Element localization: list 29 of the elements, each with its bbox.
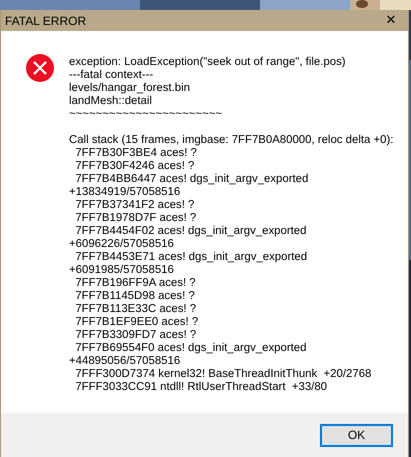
message-line: 7FF7B37341F2 aces! ? <box>74 199 196 212</box>
message-line: 7FF7B3309FD7 aces! ? <box>74 329 198 342</box>
message-line: 7FFF3033CC91 ntdll! RtlUserThreadStart +33/80 <box>74 381 328 394</box>
ok-button[interactable]: OK <box>320 424 393 446</box>
message-line: 7FF7B196FF9A aces! ? <box>74 277 197 290</box>
message-line: 7FFF300D7374 kernel32! BaseThreadInitThunk +20/2768 <box>74 368 372 381</box>
message-line: 7FF7B113E33C aces! ? <box>74 303 198 316</box>
message-line: 7FF7B69554F0 aces! dgs_init_argv_exported <box>74 342 308 355</box>
window-title: FATAL ERROR <box>5 14 86 28</box>
message-line: 7FF7B4BB6447 aces! dgs_init_argv_exported <box>74 173 310 186</box>
message-line: ---fatal context--- <box>69 69 154 82</box>
message-line: 7FF7B4453E71 aces! dgs_init_argv_exported <box>74 251 308 264</box>
close-button[interactable]: ✕ <box>374 10 408 31</box>
error-icon <box>25 53 55 83</box>
message-line: levels/hangar_forest.bin <box>69 82 191 95</box>
message-line: ~~~~~~~~~~~~~~~~~~~~~~~ <box>69 108 223 121</box>
message-line: landMesh::detail <box>69 95 153 108</box>
message-line: 7FF7B30F4246 aces! ? <box>74 160 196 173</box>
message-line: +13834919/57058516 <box>69 186 182 199</box>
message-line: +44895056/57058516 <box>69 355 182 368</box>
message-line: +6096226/57058516 <box>69 238 175 251</box>
message-line: +6091985/57058516 <box>69 264 175 277</box>
message-line: 7FF7B30F3BE4 aces! ? <box>74 147 198 160</box>
message-line: 7FF7B1978D7F aces! ? <box>74 212 198 225</box>
message-line: 7FF7B4454F02 aces! dgs_init_argv_exported <box>74 225 308 238</box>
message-line: 7FF7B1EF9EE0 aces! ? <box>74 316 200 329</box>
message-line: exception: LoadException("seek out of range", file.pos) <box>69 56 347 69</box>
message-line: Call stack (15 frames, imgbase: 7FF7B0A80000, reloc delta +0): <box>69 134 394 147</box>
message-line: 7FF7B1145D98 aces! ? <box>74 290 196 303</box>
